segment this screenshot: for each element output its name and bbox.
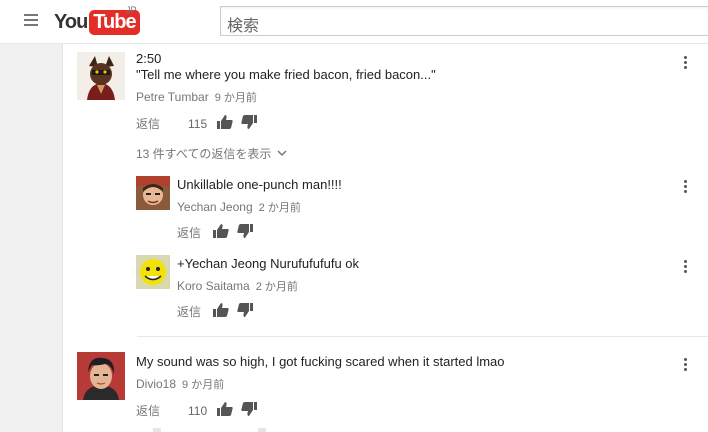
reply-author-link[interactable]: Yechan Jeong <box>177 200 253 214</box>
like-count: 115 <box>188 116 208 131</box>
thumbs-up-icon[interactable] <box>217 402 233 419</box>
reply-button[interactable]: 返信 <box>177 303 201 320</box>
reply-button[interactable]: 返信 <box>136 115 160 132</box>
youtube-logo[interactable]: You Tube JP <box>54 5 140 35</box>
reply-actions: 返信 <box>177 224 254 241</box>
logo-you-text: You <box>54 10 88 33</box>
reply-text: Unkillable one-punch man!!!! <box>177 177 342 192</box>
comment-menu-icon[interactable] <box>682 358 688 374</box>
avatar[interactable] <box>136 255 170 289</box>
next-comment-partial <box>153 428 553 432</box>
reply-text: +Yechan Jeong Nurufufufufu ok <box>177 256 360 271</box>
thumbs-up-icon[interactable] <box>213 224 229 241</box>
comment-author-link[interactable]: Divio18 <box>136 377 176 391</box>
avatar[interactable] <box>136 176 170 210</box>
reply-menu-icon[interactable] <box>682 260 688 276</box>
thumbs-down-icon[interactable] <box>237 303 254 320</box>
reply-button[interactable]: 返信 <box>136 402 160 419</box>
comment-text-line: 2:50 <box>136 51 162 66</box>
comment-actions: 返信 110 <box>136 402 258 419</box>
view-replies-label: 13 件すべての返信を表示 <box>136 147 272 161</box>
chevron-down-icon <box>277 150 287 157</box>
thumbs-down-icon[interactable] <box>241 402 258 419</box>
view-replies-button[interactable]: 13 件すべての返信を表示 <box>136 145 287 162</box>
comment-timestamp[interactable]: 9 か月前 <box>215 92 257 104</box>
reply-button[interactable]: 返信 <box>177 224 201 241</box>
comment-menu-icon[interactable] <box>682 56 688 72</box>
comment-author-link[interactable]: Petre Tumbar <box>136 90 209 104</box>
avatar-image <box>136 176 170 210</box>
thumbs-down-icon[interactable] <box>241 115 258 132</box>
reply-meta: Yechan Jeong 2 か月前 <box>177 199 301 215</box>
reply-actions: 返信 <box>177 303 254 320</box>
avatar[interactable] <box>77 352 125 400</box>
avatar-image <box>77 352 125 400</box>
comment-timestamp[interactable]: 9 か月前 <box>182 379 224 391</box>
like-count: 110 <box>188 403 208 418</box>
thumbs-up-icon[interactable] <box>213 303 229 320</box>
avatar-image <box>77 52 125 100</box>
reply-author-link[interactable]: Koro Saitama <box>177 279 250 293</box>
avatar[interactable] <box>77 52 125 100</box>
comment-meta: Divio18 9 か月前 <box>136 376 224 392</box>
comments-section: 2:50 "Tell me where you make fried bacon… <box>62 44 708 432</box>
reply-timestamp[interactable]: 2 か月前 <box>256 281 298 293</box>
reply-timestamp[interactable]: 2 か月前 <box>259 202 301 214</box>
comment-text: My sound was so high, I got fucking scar… <box>136 354 505 369</box>
comment-text-line: "Tell me where you make fried bacon, fri… <box>136 67 436 82</box>
reply-menu-icon[interactable] <box>682 180 688 196</box>
comment-meta: Petre Tumbar 9 か月前 <box>136 89 257 105</box>
avatar-image <box>136 255 170 289</box>
thumbs-up-icon[interactable] <box>217 115 233 132</box>
guide-menu-button[interactable] <box>24 14 38 26</box>
comment-actions: 返信 115 <box>136 115 258 132</box>
logo-region-label: JP <box>126 5 137 15</box>
reply-meta: Koro Saitama 2 か月前 <box>177 278 298 294</box>
comment-divider <box>137 336 708 337</box>
thumbs-down-icon[interactable] <box>237 224 254 241</box>
masthead: You Tube JP 検索 <box>0 0 708 44</box>
search-input[interactable]: 検索 <box>220 6 708 36</box>
